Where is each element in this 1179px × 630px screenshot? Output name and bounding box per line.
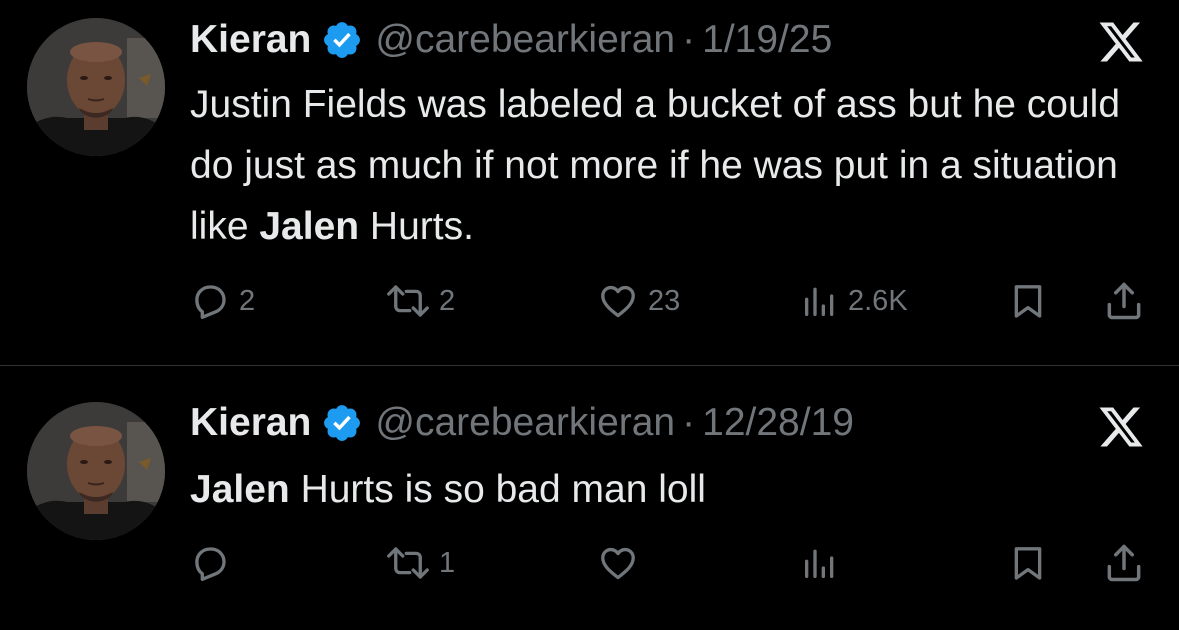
bookmark-button[interactable] — [1008, 538, 1048, 588]
bookmark-icon — [1014, 547, 1042, 580]
tweet-text-part: Hurts is so bad man loll — [289, 468, 706, 511]
like-button[interactable]: 23 — [596, 276, 680, 326]
tweet-text: Jalen Hurts is so bad man loll — [190, 459, 1165, 520]
separator-dot: · — [682, 401, 696, 444]
like-count: 23 — [648, 284, 681, 317]
repost-count: 2 — [439, 284, 456, 317]
tweet-text: Justin Fields was labeled a bucket of as… — [190, 74, 1165, 257]
repost-count: 1 — [439, 546, 456, 579]
author-name[interactable]: Kieran — [190, 401, 311, 445]
author-handle[interactable]: @carebearkieran — [375, 401, 675, 445]
like-icon — [601, 547, 635, 580]
repost-icon — [387, 285, 429, 317]
x-logo-icon — [1095, 18, 1147, 66]
avatar[interactable] — [27, 402, 165, 540]
action-bar: 2 2 23 2.6K — [0, 276, 1179, 326]
views-count: 2.6K — [848, 284, 908, 317]
share-button[interactable] — [1102, 538, 1146, 588]
reply-icon — [195, 285, 226, 319]
share-icon — [1107, 544, 1141, 582]
tweet-header: Kieran @carebearkieran · 12/28/19 — [190, 398, 854, 448]
views-icon — [805, 549, 834, 578]
tweet-divider — [0, 365, 1179, 366]
reply-button[interactable]: 2 — [189, 276, 255, 326]
verified-badge-icon — [321, 19, 363, 61]
bookmark-button[interactable] — [1008, 276, 1048, 326]
author-handle[interactable]: @carebearkieran — [375, 18, 675, 62]
separator-dot: · — [682, 18, 696, 61]
repost-button[interactable]: 1 — [385, 538, 455, 588]
tweet-text-part: Hurts. — [359, 205, 474, 248]
tweet-text-bold: Jalen — [259, 205, 360, 248]
views-icon — [805, 287, 834, 316]
tweet-date[interactable]: 12/28/19 — [702, 401, 854, 445]
views-button[interactable] — [800, 538, 848, 588]
reply-button[interactable] — [189, 538, 239, 588]
tweet-card[interactable]: Kieran @carebearkieran · 12/28/19 Jalen … — [0, 367, 1179, 630]
views-button[interactable]: 2.6K — [800, 276, 908, 326]
author-name[interactable]: Kieran — [190, 18, 311, 62]
tweet-card[interactable]: Kieran @carebearkieran · 1/19/25 Justin … — [0, 0, 1179, 366]
action-bar: 1 — [0, 538, 1179, 588]
verified-badge-icon — [321, 402, 363, 444]
avatar[interactable] — [27, 18, 165, 156]
reply-count: 2 — [239, 284, 256, 317]
x-logo-icon — [1095, 403, 1147, 451]
tweet-text-bold: Jalen — [190, 468, 290, 511]
share-icon — [1107, 282, 1141, 320]
bookmark-icon — [1014, 285, 1042, 318]
repost-icon — [387, 547, 429, 579]
tweet-header: Kieran @carebearkieran · 1/19/25 — [190, 15, 832, 65]
like-button[interactable] — [596, 538, 648, 588]
tweet-date[interactable]: 1/19/25 — [702, 18, 832, 62]
reply-icon — [195, 547, 226, 581]
share-button[interactable] — [1102, 276, 1146, 326]
like-icon — [601, 285, 635, 318]
repost-button[interactable]: 2 — [385, 276, 455, 326]
